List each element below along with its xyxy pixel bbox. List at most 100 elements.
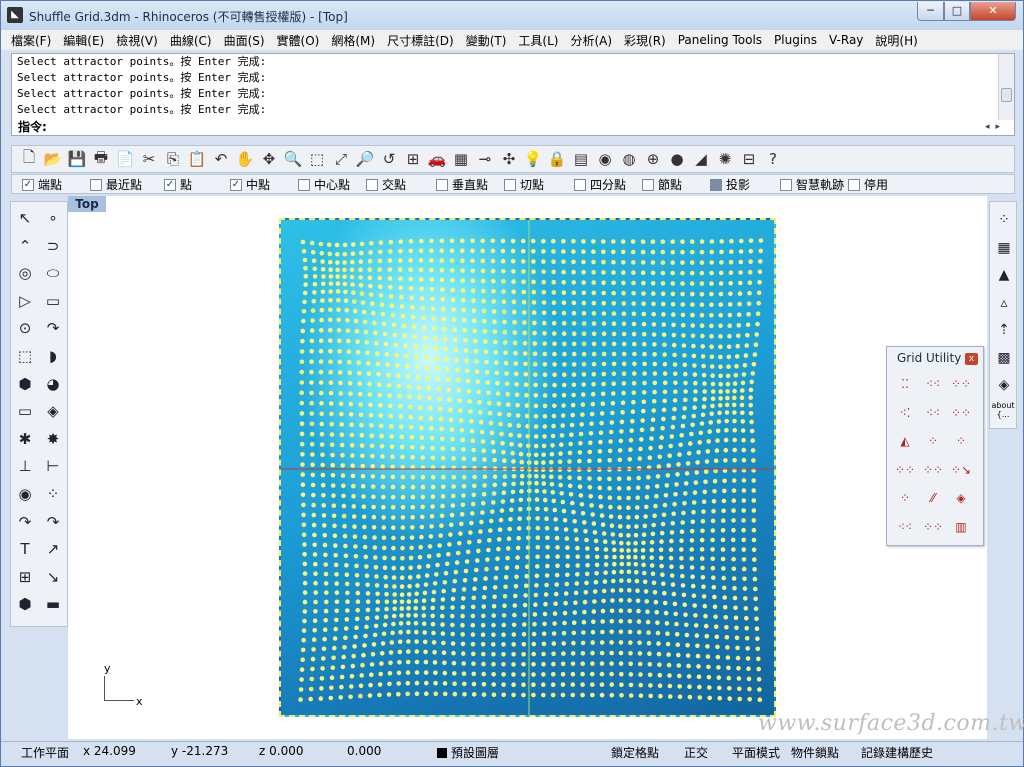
grid-point[interactable] bbox=[333, 543, 338, 548]
grid-point[interactable] bbox=[420, 474, 426, 480]
grid-point[interactable] bbox=[460, 641, 466, 647]
grid-point[interactable] bbox=[744, 625, 749, 631]
grid-point[interactable] bbox=[405, 680, 411, 686]
grid-point[interactable] bbox=[697, 684, 702, 690]
grid-point[interactable] bbox=[705, 449, 711, 454]
grid-point[interactable] bbox=[718, 270, 724, 276]
grid-point[interactable] bbox=[610, 400, 616, 406]
grid-point[interactable] bbox=[348, 401, 354, 407]
grid-point[interactable] bbox=[335, 274, 340, 279]
grid-point[interactable] bbox=[621, 321, 627, 327]
grid-point[interactable] bbox=[309, 338, 315, 344]
grid-point[interactable] bbox=[572, 519, 577, 524]
grid-point[interactable] bbox=[476, 389, 481, 395]
grid-point[interactable] bbox=[373, 555, 378, 560]
grid-point[interactable] bbox=[645, 619, 651, 625]
grid-point[interactable] bbox=[451, 307, 456, 313]
grid-point[interactable] bbox=[619, 671, 624, 677]
grid-point[interactable] bbox=[374, 583, 380, 588]
grid-point[interactable] bbox=[421, 605, 426, 611]
grid-point[interactable] bbox=[320, 666, 325, 671]
grid-point[interactable] bbox=[757, 697, 763, 702]
grid-point[interactable] bbox=[671, 511, 676, 517]
grid-point[interactable] bbox=[380, 464, 385, 469]
grid-point[interactable] bbox=[653, 503, 658, 509]
grid-point[interactable] bbox=[390, 630, 395, 636]
right-tool-icon[interactable]: ▲ bbox=[992, 263, 1016, 287]
grid-point[interactable] bbox=[635, 598, 641, 604]
grid-point[interactable] bbox=[562, 351, 567, 357]
grid-point[interactable] bbox=[608, 514, 614, 519]
grid-point[interactable] bbox=[659, 539, 664, 544]
grid-point[interactable] bbox=[329, 411, 334, 417]
zoom-selected-icon[interactable]: 🔎 bbox=[354, 148, 376, 170]
grid-point[interactable] bbox=[448, 532, 453, 537]
grid-point[interactable] bbox=[699, 312, 705, 318]
grid-point[interactable] bbox=[553, 517, 558, 522]
grid-point[interactable] bbox=[450, 605, 455, 610]
grid-point[interactable] bbox=[715, 428, 721, 434]
grid-point[interactable] bbox=[322, 533, 327, 538]
grid-point[interactable] bbox=[302, 590, 308, 595]
grid-point[interactable] bbox=[408, 286, 414, 291]
grid-point[interactable] bbox=[391, 545, 396, 551]
grid-point[interactable] bbox=[732, 595, 738, 601]
grid-point[interactable] bbox=[483, 349, 489, 355]
grid-point[interactable] bbox=[575, 572, 580, 577]
undo-view-icon[interactable]: ↺ bbox=[378, 148, 400, 170]
grid-point[interactable] bbox=[499, 508, 505, 513]
grid-point[interactable] bbox=[494, 370, 500, 376]
grid-point[interactable] bbox=[714, 634, 720, 640]
grid-point[interactable] bbox=[542, 414, 548, 419]
grid-point[interactable] bbox=[533, 424, 539, 429]
grid-point[interactable] bbox=[400, 474, 406, 480]
grid-point[interactable] bbox=[611, 321, 617, 326]
grid-point[interactable] bbox=[489, 518, 494, 524]
grid-point[interactable] bbox=[534, 573, 540, 579]
osnap-checkbox[interactable] bbox=[298, 178, 310, 191]
undo-icon[interactable]: ↶ bbox=[210, 148, 232, 170]
grid-point[interactable] bbox=[350, 259, 355, 265]
grid-point[interactable] bbox=[642, 361, 647, 367]
grid-point[interactable] bbox=[640, 418, 645, 423]
grid-point[interactable] bbox=[409, 535, 415, 540]
grid-point[interactable] bbox=[513, 361, 519, 366]
grid-point[interactable] bbox=[371, 525, 377, 530]
grid-point[interactable] bbox=[389, 303, 395, 308]
grid-point[interactable] bbox=[486, 547, 491, 553]
grid-point[interactable] bbox=[628, 650, 633, 656]
status-snap[interactable]: 鎖定格點 bbox=[611, 744, 659, 761]
grid-point[interactable] bbox=[561, 239, 566, 244]
grid-point[interactable] bbox=[329, 401, 334, 406]
grid-point[interactable] bbox=[710, 373, 715, 378]
grid-point[interactable] bbox=[312, 618, 318, 623]
grid-point[interactable] bbox=[481, 308, 487, 314]
grid-point[interactable] bbox=[448, 417, 454, 422]
grid-point[interactable] bbox=[501, 642, 506, 647]
grid-point[interactable] bbox=[457, 541, 462, 546]
grid-point[interactable] bbox=[741, 537, 746, 543]
surface-plane[interactable] bbox=[279, 218, 776, 717]
status-ortho[interactable]: 正交 bbox=[684, 744, 708, 761]
grid-point[interactable] bbox=[471, 661, 476, 667]
grid-point[interactable] bbox=[711, 508, 716, 514]
grid-point[interactable] bbox=[600, 629, 605, 635]
grid-point[interactable] bbox=[392, 592, 397, 597]
grid-point[interactable] bbox=[638, 672, 643, 677]
left-tool-icon[interactable]: ⊞ bbox=[13, 565, 37, 589]
grid-point[interactable] bbox=[616, 486, 622, 491]
grid-point[interactable] bbox=[574, 581, 580, 586]
grid-point[interactable] bbox=[700, 354, 706, 359]
grid-point[interactable] bbox=[429, 267, 434, 273]
grid-point[interactable] bbox=[512, 330, 518, 335]
grid-point[interactable] bbox=[377, 267, 382, 272]
grid-point[interactable] bbox=[618, 532, 624, 538]
grid-point[interactable] bbox=[702, 389, 707, 394]
grid-point[interactable] bbox=[736, 333, 741, 339]
grid-point[interactable] bbox=[490, 238, 496, 244]
grid-point[interactable] bbox=[370, 301, 375, 306]
grid-point[interactable] bbox=[405, 659, 411, 665]
grid-point[interactable] bbox=[418, 248, 424, 254]
grid-point[interactable] bbox=[541, 661, 546, 667]
grid-point[interactable] bbox=[392, 606, 397, 612]
